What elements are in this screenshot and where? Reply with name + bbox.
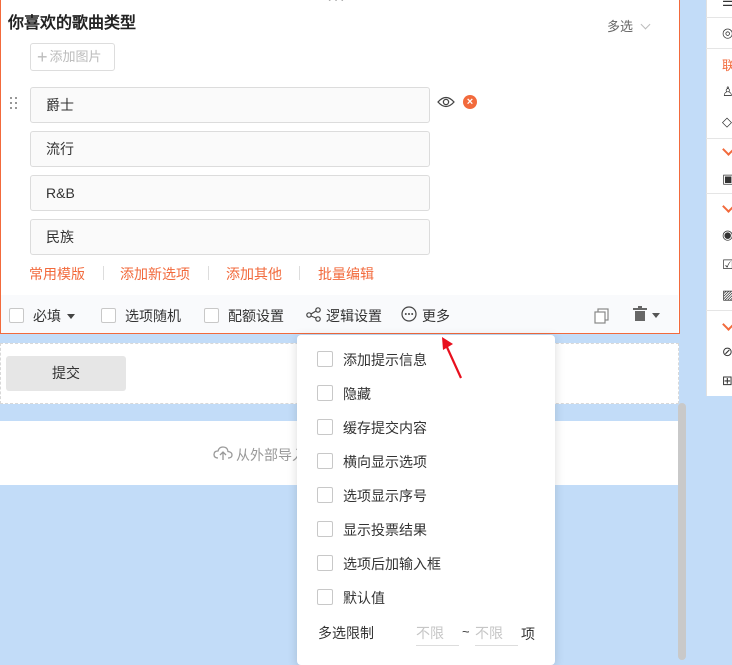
link-divider <box>208 266 209 280</box>
radio-icon[interactable]: ◉ <box>722 227 732 243</box>
drag-handle-icon[interactable] <box>10 97 18 111</box>
panel-divider <box>706 48 732 49</box>
default-value-checkbox[interactable] <box>317 589 333 605</box>
min-limit-input[interactable]: 不限 <box>416 620 459 646</box>
common-template-link[interactable]: 常用模版 <box>29 264 85 284</box>
question-type-select[interactable]: 多选 <box>607 16 651 35</box>
option-input-box-label: 选项后加输入框 <box>343 556 441 572</box>
logic-icon[interactable] <box>306 307 321 325</box>
add-image-label: 添加图片 <box>49 49 102 64</box>
cloud-upload-icon[interactable] <box>213 445 233 464</box>
add-image-button[interactable]: + 添加图片 <box>30 43 115 71</box>
show-vote-results-label: 显示投票结果 <box>343 522 427 538</box>
random-order-checkbox[interactable] <box>101 308 116 323</box>
table-icon[interactable]: ⊞ <box>722 373 732 389</box>
person-icon[interactable]: ♙ <box>722 84 732 100</box>
limit-separator: ~ <box>462 624 470 639</box>
scrollbar[interactable] <box>678 403 686 660</box>
required-label: 必填 <box>33 308 61 324</box>
import-from-external-link[interactable]: 从外部导入 <box>236 445 306 465</box>
contact-section-label[interactable]: 联 <box>722 55 732 74</box>
limit-unit: 项 <box>521 626 535 642</box>
settings-icon[interactable]: ◎ <box>722 25 732 41</box>
panel-divider <box>706 17 732 18</box>
add-hint-label: 添加提示信息 <box>343 352 427 368</box>
logic-settings-button[interactable]: 逻辑设置 <box>326 306 382 326</box>
panel-divider <box>706 138 732 139</box>
panel-divider <box>706 193 732 194</box>
more-button[interactable]: 更多 <box>422 306 450 326</box>
remove-option-icon[interactable]: × <box>463 95 477 109</box>
location-icon[interactable]: ◇ <box>722 114 732 130</box>
hide-checkbox[interactable] <box>317 385 333 401</box>
add-hint-checkbox[interactable] <box>317 351 333 367</box>
option-input-2[interactable]: 流行 <box>30 131 430 167</box>
cache-submission-checkbox[interactable] <box>317 419 333 435</box>
link-icon[interactable]: ⊘ <box>722 344 732 360</box>
quota-settings-label[interactable]: 配额设置 <box>228 306 284 326</box>
quota-checkbox[interactable] <box>204 308 219 323</box>
question-title[interactable]: 你喜欢的歌曲类型 <box>8 9 136 33</box>
max-limit-input[interactable]: 不限 <box>475 620 518 646</box>
card-more-dots-icon[interactable]: ··· <box>327 0 346 9</box>
option-input-4[interactable]: 民族 <box>30 219 430 255</box>
checkbox-icon[interactable]: ☑ <box>722 257 732 273</box>
question-type-label: 多选 <box>607 19 634 34</box>
menu-icon[interactable]: ☰ <box>722 0 732 10</box>
edit-icon[interactable]: ▨ <box>722 287 732 303</box>
image-icon[interactable]: ▣ <box>722 171 732 187</box>
more-circle-icon[interactable] <box>401 306 417 325</box>
default-value-label: 默认值 <box>343 590 385 606</box>
required-checkbox[interactable] <box>9 308 24 323</box>
horizontal-options-label: 横向显示选项 <box>343 454 427 470</box>
delete-icon[interactable] <box>632 306 660 325</box>
link-divider <box>103 266 104 280</box>
panel-divider <box>706 310 732 311</box>
option-input-1[interactable]: 爵士 <box>30 87 430 123</box>
link-divider <box>299 266 300 280</box>
chevron-down-icon <box>640 19 651 30</box>
required-toggle[interactable]: 必填 <box>33 306 75 326</box>
show-vote-results-checkbox[interactable] <box>317 521 333 537</box>
add-new-option-link[interactable]: 添加新选项 <box>120 264 190 284</box>
cache-submission-label: 缓存提交内容 <box>343 420 427 436</box>
add-other-link[interactable]: 添加其他 <box>226 264 282 284</box>
submit-button[interactable]: 提交 <box>6 356 126 391</box>
plus-icon: + <box>37 47 48 67</box>
option-input-box-checkbox[interactable] <box>317 555 333 571</box>
show-option-number-label: 选项显示序号 <box>343 488 427 504</box>
copy-icon[interactable] <box>594 308 609 327</box>
option-input-3[interactable]: R&B <box>30 175 430 211</box>
caret-down-icon <box>67 314 75 319</box>
show-option-number-checkbox[interactable] <box>317 487 333 503</box>
random-order-label[interactable]: 选项随机 <box>125 306 181 326</box>
multi-select-limit-label: 多选限制 <box>318 625 374 641</box>
annotation-arrow-icon <box>440 335 466 384</box>
batch-edit-link[interactable]: 批量编辑 <box>318 264 374 284</box>
horizontal-options-checkbox[interactable] <box>317 453 333 469</box>
eye-icon[interactable] <box>437 95 455 112</box>
hide-label: 隐藏 <box>343 386 371 402</box>
